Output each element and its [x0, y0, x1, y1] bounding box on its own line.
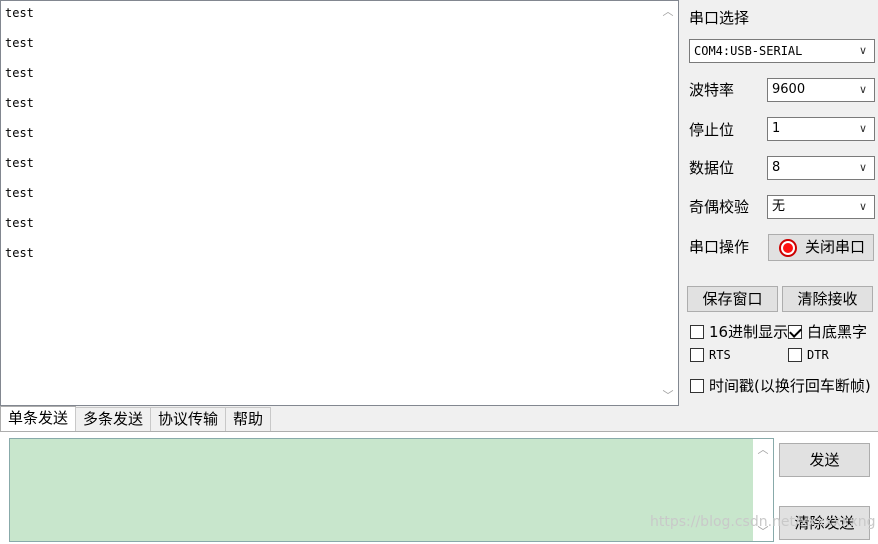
checkbox-icon [788, 348, 802, 362]
led-indicator-icon [777, 237, 799, 259]
stop-bits-select[interactable]: 1 ∨ [767, 117, 875, 141]
port-select-value: COM4:USB-SERIAL [694, 44, 803, 58]
chevron-down-icon: ∨ [858, 44, 868, 57]
checkbox-icon [690, 348, 704, 362]
white-background-label: 白底黑字 [807, 323, 868, 341]
baud-label: 波特率 [689, 81, 735, 99]
watermark: https://blog.csdn.net/xxxxxxxng [650, 514, 876, 530]
port-operation-label: 串口操作 [689, 238, 750, 256]
checkbox-icon [690, 324, 704, 339]
receive-line: test [5, 96, 34, 110]
port-select[interactable]: COM4:USB-SERIAL ∨ [689, 39, 875, 63]
baud-select-value: 9600 [772, 82, 806, 97]
scroll-down-icon[interactable]: ﹀ [658, 389, 678, 403]
data-bits-label: 数据位 [689, 159, 735, 177]
receive-line: test [5, 6, 34, 20]
parity-label: 奇偶校验 [689, 198, 750, 216]
clear-receive-button[interactable]: 清除接收 [782, 286, 873, 312]
receive-line: test [5, 36, 34, 50]
tab-protocol[interactable]: 协议传输 [150, 407, 227, 431]
checkbox-icon [690, 378, 704, 393]
white-background-checkbox[interactable]: 白底黑字 [788, 321, 867, 342]
send-button[interactable]: 发送 [779, 443, 870, 477]
tab-help[interactable]: 帮助 [225, 407, 272, 431]
chevron-down-icon: ∨ [858, 200, 868, 213]
receive-line: test [5, 126, 34, 140]
rts-label: RTS [709, 348, 731, 362]
receive-line: test [5, 216, 34, 230]
checkbox-checked-icon [788, 324, 802, 339]
receive-lines: test test test test test test test test … [5, 4, 656, 274]
hex-display-checkbox[interactable]: 16进制显示 [690, 321, 788, 342]
tab-multi-send[interactable]: 多条发送 [75, 407, 152, 431]
stop-bits-label: 停止位 [689, 121, 735, 139]
timestamp-label: 时间戳(以换行回车断帧) [709, 377, 871, 395]
receive-line: test [5, 66, 34, 80]
receive-scrollbar[interactable]: ︿ ﹀ [658, 1, 678, 405]
close-port-label: 关闭串口 [804, 238, 865, 256]
receive-line: test [5, 246, 34, 260]
scroll-up-icon[interactable]: ︿ [753, 443, 773, 457]
hex-display-label: 16进制显示 [709, 323, 789, 341]
save-window-button[interactable]: 保存窗口 [687, 286, 778, 312]
dtr-checkbox[interactable]: DTR [788, 348, 829, 362]
dtr-label: DTR [807, 348, 829, 362]
receive-line: test [5, 156, 34, 170]
chevron-down-icon: ∨ [858, 161, 868, 174]
rts-checkbox[interactable]: RTS [690, 348, 731, 362]
chevron-down-icon: ∨ [858, 83, 868, 96]
parity-value: 无 [772, 199, 786, 214]
receive-line: test [5, 186, 34, 200]
data-bits-select[interactable]: 8 ∨ [767, 156, 875, 180]
tab-single-send[interactable]: 单条发送 [0, 406, 77, 431]
stop-bits-value: 1 [772, 121, 781, 136]
receive-textarea[interactable]: test test test test test test test test … [0, 0, 679, 406]
data-bits-value: 8 [772, 160, 781, 175]
port-select-label: 串口选择 [689, 9, 750, 27]
send-tabs: 单条发送 多条发送 协议传输 帮助 [0, 406, 272, 432]
parity-select[interactable]: 无 ∨ [767, 195, 875, 219]
baud-select[interactable]: 9600 ∨ [767, 78, 875, 102]
chevron-down-icon: ∨ [858, 122, 868, 135]
timestamp-checkbox[interactable]: 时间戳(以换行回车断帧) [690, 375, 871, 396]
close-port-button[interactable]: 关闭串口 [768, 234, 874, 261]
scroll-up-icon[interactable]: ︿ [658, 5, 678, 19]
